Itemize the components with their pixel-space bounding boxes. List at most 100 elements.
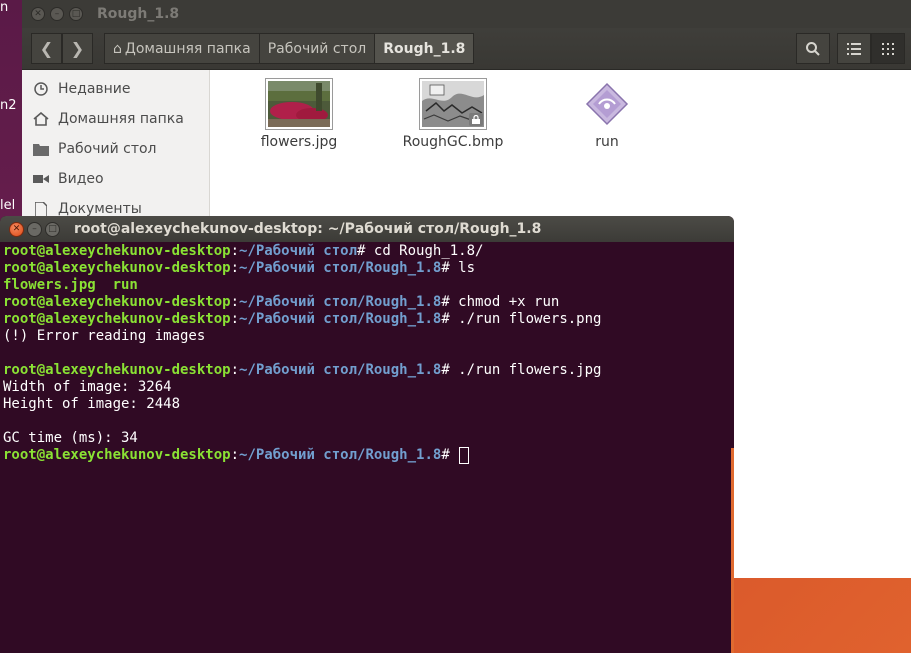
- terminal-titlebar[interactable]: ✕ – □ root@alexeychekunov-desktop: ~/Раб…: [0, 216, 734, 242]
- output-text: GC time (ms): 34: [3, 430, 138, 446]
- desktop-edge: [731, 448, 734, 653]
- file-item[interactable]: run: [547, 78, 667, 150]
- prompt-user: root@alexeychekunov-desktop: [3, 294, 231, 310]
- prompt-separator: :: [230, 243, 240, 259]
- prompt-path: ~/Рабочий стол/Rough_1.8: [239, 294, 442, 310]
- sidebar-item-home[interactable]: Домашняя папка: [32, 106, 184, 132]
- breadcrumb-desktop[interactable]: Рабочий стол: [260, 34, 376, 63]
- prompt-user: root@alexeychekunov-desktop: [3, 243, 231, 259]
- file-manager-titlebar[interactable]: ✕ – □ Rough_1.8: [22, 0, 911, 28]
- breadcrumb-current[interactable]: Rough_1.8: [375, 34, 474, 63]
- command-text: #: [441, 447, 459, 463]
- minimize-icon[interactable]: –: [50, 7, 64, 21]
- output-line: (!) Error reading images: [3, 328, 734, 345]
- close-icon[interactable]: ✕: [9, 221, 24, 237]
- list-view-button[interactable]: [837, 33, 871, 64]
- close-icon[interactable]: ✕: [31, 7, 45, 21]
- maximize-icon[interactable]: □: [45, 221, 60, 237]
- prompt-separator: :: [230, 311, 240, 327]
- file-item[interactable]: flowers.jpg: [239, 78, 359, 150]
- command-text: # ./run flowers.jpg: [441, 362, 602, 378]
- prompt-path: ~/Рабочий стол/Rough_1.8: [239, 447, 442, 463]
- prompt-path: ~/Рабочий стол/Rough_1.8: [239, 311, 442, 327]
- prompt-line: root@alexeychekunov-desktop:~/Рабочий ст…: [3, 243, 734, 260]
- output-text: (!) Error reading images: [3, 328, 206, 344]
- sidebar-item-desktop[interactable]: Рабочий стол: [32, 136, 157, 162]
- sidebar-item-label: Недавние: [58, 81, 131, 97]
- desktop-icon-label[interactable]: n: [0, 0, 8, 15]
- home-icon: [32, 110, 50, 128]
- prompt-path: ~/Рабочий стол: [239, 243, 358, 259]
- sidebar-item-label: Документы: [58, 201, 142, 217]
- output-line: GC time (ms): 34: [3, 430, 734, 447]
- output-line: Height of image: 2448: [3, 396, 734, 413]
- terminal-title: root@alexeychekunov-desktop: ~/Рабочий с…: [74, 221, 542, 237]
- prompt-line: root@alexeychekunov-desktop:~/Рабочий ст…: [3, 294, 734, 311]
- folder-icon: [32, 140, 50, 158]
- file-name: flowers.jpg: [260, 134, 338, 150]
- forward-button[interactable]: ❯: [62, 33, 93, 64]
- sidebar-item-label: Домашняя папка: [58, 111, 184, 127]
- chevron-left-icon: ❮: [39, 39, 54, 58]
- prompt-line: root@alexeychekunov-desktop:~/Рабочий ст…: [3, 311, 734, 328]
- image-thumbnail: [265, 78, 333, 130]
- window-title: Rough_1.8: [97, 6, 180, 22]
- search-button[interactable]: [796, 33, 830, 64]
- breadcrumb-label: Домашняя папка: [124, 40, 251, 57]
- film-icon: [32, 170, 50, 188]
- prompt-line: root@alexeychekunov-desktop:~/Рабочий ст…: [3, 447, 734, 464]
- maximize-icon[interactable]: □: [69, 7, 83, 21]
- command-text: # ls: [441, 260, 476, 276]
- file-name: run: [595, 134, 619, 150]
- output-text: Width of image: 3264: [3, 379, 172, 395]
- lock-icon: [469, 113, 483, 126]
- output-line: flowers.jpg run: [3, 277, 734, 294]
- breadcrumb-home[interactable]: ⌂ Домашняя папка: [105, 34, 260, 63]
- search-icon: [806, 41, 820, 56]
- sidebar-item-label: Видео: [58, 171, 104, 187]
- prompt-path: ~/Рабочий стол/Rough_1.8: [239, 260, 442, 276]
- file-item[interactable]: RoughGC.bmp: [393, 78, 513, 150]
- prompt-path: ~/Рабочий стол/Rough_1.8: [239, 362, 442, 378]
- grid-view-icon: [882, 42, 894, 55]
- chevron-right-icon: ❯: [70, 39, 85, 58]
- breadcrumb-label: Rough_1.8: [383, 40, 466, 57]
- prompt-separator: :: [230, 362, 240, 378]
- home-icon: ⌂: [113, 40, 122, 57]
- prompt-line: root@alexeychekunov-desktop:~/Рабочий ст…: [3, 260, 734, 277]
- breadcrumb: ⌂ Домашняя папка Рабочий стол Rough_1.8: [104, 33, 475, 64]
- clock-icon: [32, 80, 50, 98]
- prompt-separator: :: [230, 447, 240, 463]
- toolbar: ❮ ❯ ⌂ Домашняя папка Рабочий стол Rough_…: [22, 28, 911, 70]
- sidebar-item-recent[interactable]: Недавние: [32, 76, 131, 102]
- back-button[interactable]: ❮: [31, 33, 62, 64]
- prompt-user: root@alexeychekunov-desktop: [3, 362, 231, 378]
- file-name: RoughGC.bmp: [402, 134, 504, 150]
- prompt-line: root@alexeychekunov-desktop:~/Рабочий ст…: [3, 362, 734, 379]
- prompt-user: root@alexeychekunov-desktop: [3, 260, 231, 276]
- sidebar-item-label: Рабочий стол: [58, 141, 157, 157]
- prompt-separator: :: [230, 294, 240, 310]
- executable-icon: [573, 78, 641, 130]
- terminal-output[interactable]: root@alexeychekunov-desktop:~/Рабочий ст…: [0, 242, 734, 464]
- command-text: # ./run flowers.png: [441, 311, 602, 327]
- terminal-window[interactable]: ✕ – □ root@alexeychekunov-desktop: ~/Раб…: [0, 216, 734, 653]
- terminal-cursor: [459, 447, 470, 464]
- command-text: # chmod +x run: [441, 294, 560, 310]
- output-text: Height of image: 2448: [3, 396, 181, 412]
- image-thumbnail: [419, 78, 487, 130]
- output-text: flowers.jpg run: [3, 277, 138, 293]
- list-view-icon: [847, 42, 861, 55]
- desktop-icon-label[interactable]: n2: [0, 98, 17, 113]
- sidebar-item-video[interactable]: Видео: [32, 166, 104, 192]
- prompt-separator: :: [230, 260, 240, 276]
- breadcrumb-label: Рабочий стол: [267, 40, 367, 57]
- prompt-user: root@alexeychekunov-desktop: [3, 311, 231, 327]
- command-text: # cd Rough_1.8/: [357, 243, 484, 259]
- desktop-icon-label[interactable]: lel: [0, 198, 15, 213]
- prompt-user: root@alexeychekunov-desktop: [3, 447, 231, 463]
- minimize-icon[interactable]: –: [27, 221, 42, 237]
- grid-view-button[interactable]: [871, 33, 905, 64]
